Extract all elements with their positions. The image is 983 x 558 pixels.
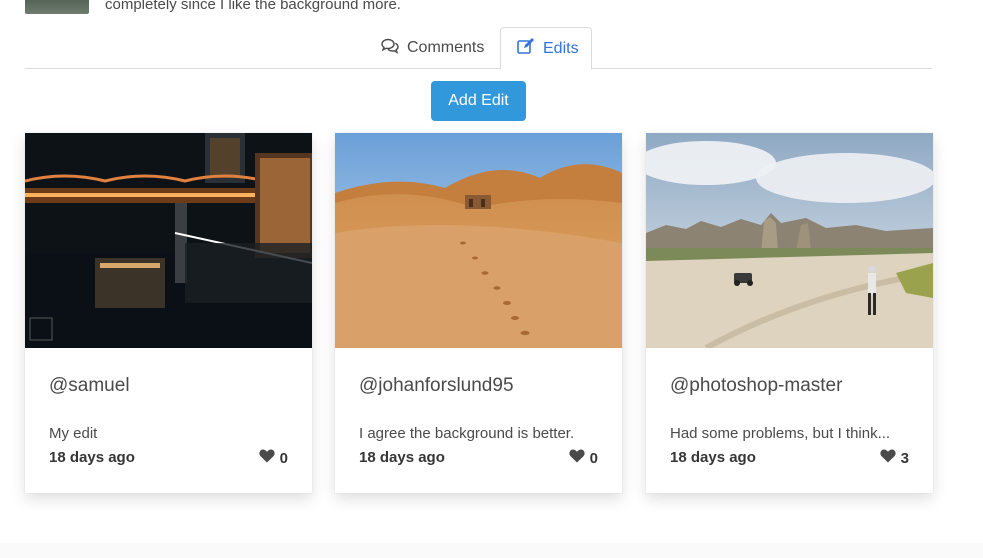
tab-bar: Comments Edits	[25, 27, 932, 70]
tab-edits-label: Edits	[543, 39, 579, 57]
previous-post-strip: completely since I like the background m…	[0, 0, 983, 16]
card-date: 18 days ago	[359, 449, 445, 466]
heart-icon	[880, 449, 896, 467]
like-count: 0	[279, 449, 288, 467]
card-username[interactable]: @johanforslund95	[359, 375, 514, 397]
card-username[interactable]: @samuel	[49, 375, 130, 397]
edit-image[interactable]	[646, 133, 933, 348]
tab-comments-label: Comments	[407, 39, 485, 56]
like-count: 3	[900, 449, 909, 467]
card-date: 18 days ago	[670, 449, 756, 466]
edit-card[interactable]: @johanforslund95 I agree the background …	[335, 133, 622, 493]
tab-edits[interactable]: Edits	[500, 27, 592, 70]
card-date: 18 days ago	[49, 449, 135, 466]
card-description: My edit	[49, 425, 98, 442]
card-description: I agree the background is better.	[359, 425, 575, 442]
post-thumbnail	[25, 0, 89, 14]
tab-comments[interactable]: Comments	[365, 27, 500, 69]
edit-card[interactable]: @photoshop-master Had some problems, but…	[646, 133, 933, 493]
edit-image[interactable]	[25, 133, 312, 348]
like-button[interactable]: 3	[880, 449, 909, 467]
like-button[interactable]: 0	[569, 449, 598, 467]
card-username[interactable]: @photoshop-master	[670, 375, 842, 397]
footer	[0, 543, 983, 558]
card-description: Had some problems, but I think...	[670, 425, 891, 442]
add-edit-button[interactable]: Add Edit	[431, 81, 526, 121]
edit-icon	[517, 37, 535, 60]
edit-image[interactable]	[335, 133, 622, 348]
heart-icon	[569, 449, 585, 467]
like-button[interactable]: 0	[259, 449, 288, 467]
heart-icon	[259, 449, 275, 467]
comments-icon	[381, 38, 399, 59]
post-description: completely since I like the background m…	[105, 0, 401, 13]
like-count: 0	[589, 449, 598, 467]
edit-card[interactable]: @samuel My edit 18 days ago 0	[25, 133, 312, 493]
